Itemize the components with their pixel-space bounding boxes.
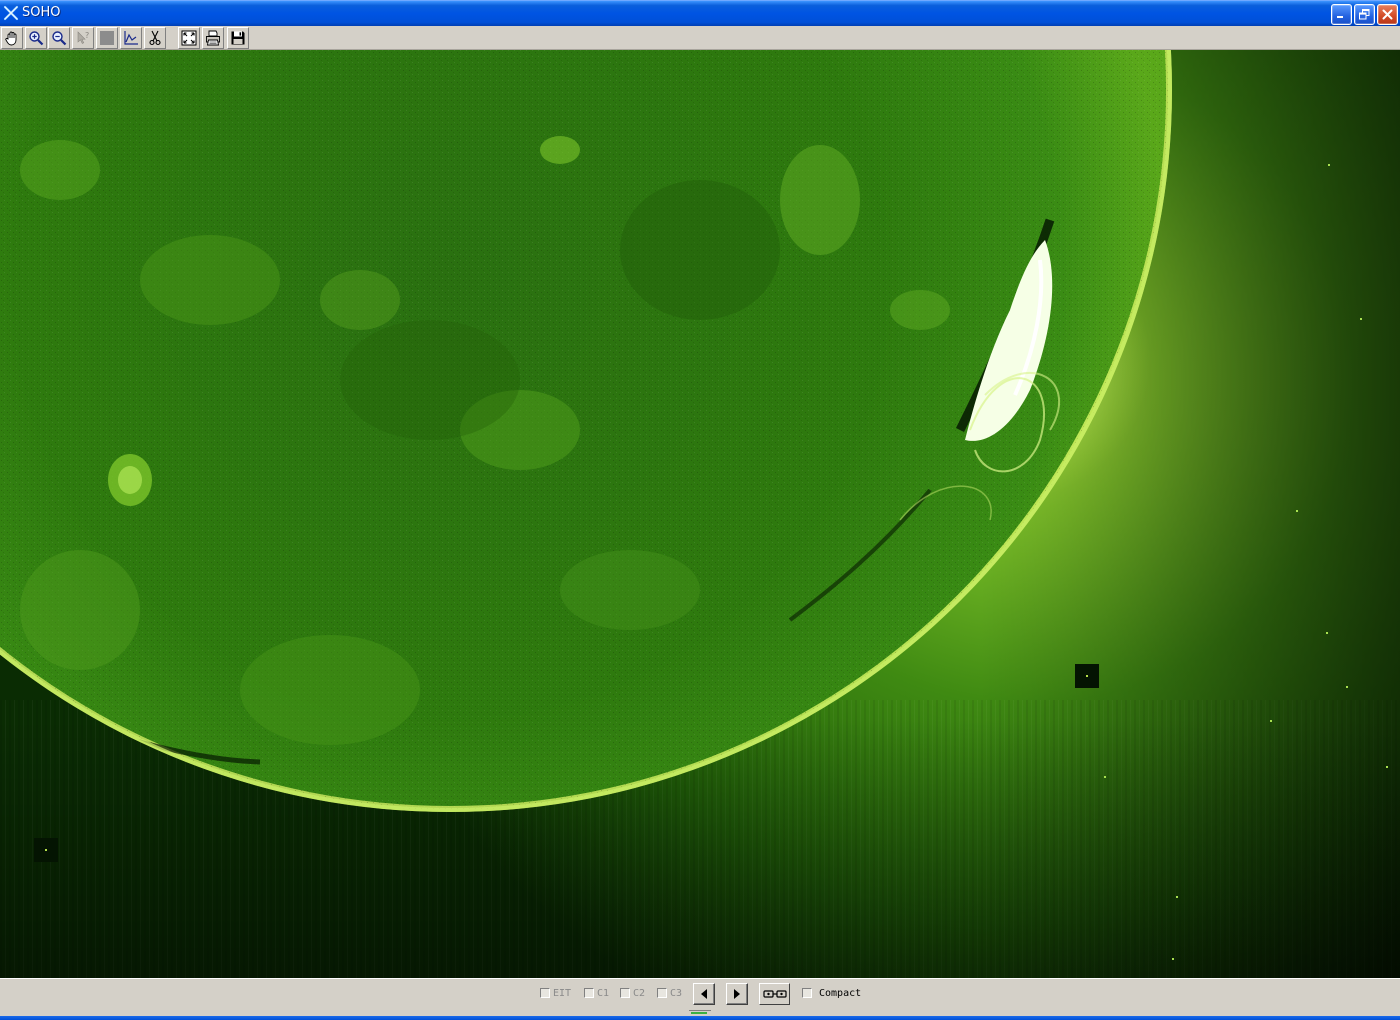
compact-checkbox-box[interactable] [802, 988, 812, 998]
eit-checkbox-box[interactable] [540, 988, 550, 998]
eit-checkbox[interactable]: EIT [540, 986, 571, 1000]
control-bar: EIT C1 C2 C3 Compact [0, 978, 1400, 1016]
previous-frame-button[interactable] [693, 983, 715, 1005]
c3-checkbox[interactable]: C3 [657, 986, 682, 1000]
toolbar: ? [0, 26, 1400, 50]
eit-checkbox-label: EIT [553, 987, 572, 999]
zoom-out-icon [52, 31, 67, 46]
fit-window-icon [181, 30, 197, 46]
minimize-button[interactable] [1331, 4, 1352, 25]
solar-image [0, 50, 1400, 978]
c1-checkbox-box[interactable] [584, 988, 594, 998]
print-button[interactable] [202, 27, 224, 49]
zoom-in-button[interactable] [25, 27, 47, 49]
film-loop-icon [762, 990, 787, 998]
c1-checkbox[interactable]: C1 [584, 986, 609, 1000]
soho-app-icon [3, 5, 19, 21]
triangle-right-icon [734, 989, 740, 999]
frame-progress [689, 1010, 711, 1014]
scissors-icon [149, 30, 161, 46]
cut-button[interactable] [144, 27, 166, 49]
frame-progress-fill [691, 1012, 707, 1014]
c2-checkbox-box[interactable] [620, 988, 630, 998]
compact-checkbox[interactable]: Compact [802, 986, 861, 1000]
window-title: SOHO [22, 5, 61, 20]
close-icon [1382, 9, 1393, 20]
graph-button[interactable] [120, 27, 142, 49]
c2-checkbox[interactable]: C2 [620, 986, 645, 1000]
restore-icon [1359, 9, 1370, 20]
c3-checkbox-label: C3 [670, 987, 683, 999]
title-bar[interactable]: SOHO [0, 0, 1400, 26]
triangle-left-icon [701, 989, 707, 999]
c3-checkbox-box[interactable] [657, 988, 667, 998]
window-bottom-border [0, 1016, 1400, 1020]
floppy-disk-icon [231, 31, 245, 45]
solar-image-viewer[interactable] [0, 50, 1400, 978]
zoom-out-button[interactable] [48, 27, 70, 49]
next-frame-button[interactable] [726, 983, 748, 1005]
soho-window: SOHO ? EIT C1 C2 C3 Compact [0, 0, 1400, 1020]
minimize-icon [1337, 16, 1343, 18]
graph-icon [124, 31, 138, 45]
zoom-in-icon [29, 31, 44, 46]
animate-button[interactable] [759, 983, 790, 1005]
close-button[interactable] [1377, 4, 1398, 25]
blank-button [96, 27, 118, 49]
svg-text:?: ? [85, 31, 89, 40]
compact-checkbox-label: Compact [819, 987, 862, 999]
hand-icon [5, 31, 17, 46]
help-pointer-button: ? [72, 27, 94, 49]
c1-checkbox-label: C1 [597, 987, 610, 999]
save-button[interactable] [227, 27, 249, 49]
fit-window-button[interactable] [178, 27, 200, 49]
printer-icon [206, 30, 220, 46]
c2-checkbox-label: C2 [633, 987, 646, 999]
pan-tool-button[interactable] [1, 27, 23, 49]
pointer-help-icon: ? [77, 31, 89, 44]
blank-icon [100, 31, 114, 45]
restore-button[interactable] [1354, 4, 1375, 25]
